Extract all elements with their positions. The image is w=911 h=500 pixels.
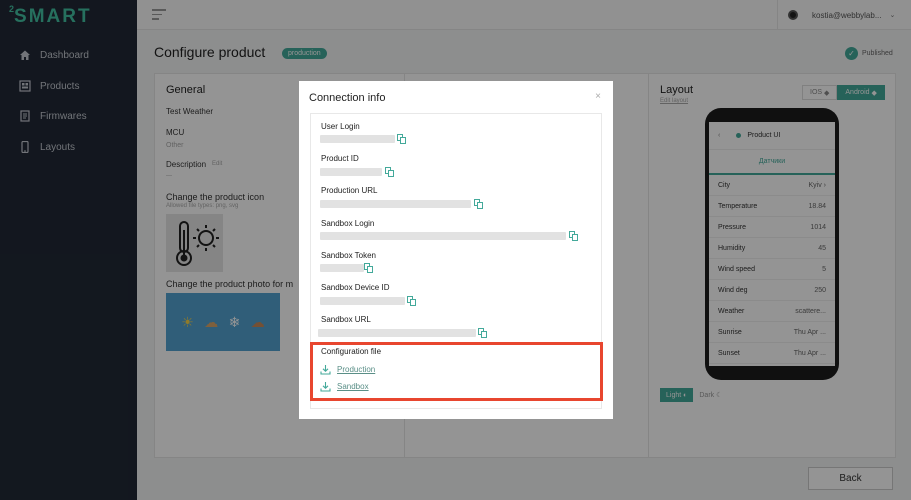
field-label-production-url: Production URL: [321, 186, 378, 195]
field-value-sandbox-url: [318, 329, 476, 337]
copy-icon[interactable]: [397, 134, 406, 144]
copy-icon[interactable]: [474, 199, 483, 209]
download-icon: [320, 364, 331, 375]
configuration-file-title: Configuration file: [321, 347, 382, 356]
modal-title: Connection info: [309, 92, 386, 104]
field-label-product-id: Product ID: [321, 154, 359, 163]
field-label-sandbox-login: Sandbox Login: [321, 219, 375, 228]
field-value-product-id: [320, 168, 382, 176]
field-label-sandbox-token: Sandbox Token: [321, 251, 377, 260]
copy-icon[interactable]: [385, 167, 394, 177]
close-icon[interactable]: ×: [595, 91, 601, 102]
copy-icon[interactable]: [364, 263, 373, 273]
download-icon: [320, 381, 331, 392]
download-sandbox-link[interactable]: Sandbox: [320, 381, 369, 392]
field-value-sandbox-token: [320, 264, 364, 272]
field-label-sandbox-url: Sandbox URL: [321, 315, 371, 324]
field-value-sandbox-device-id: [320, 297, 405, 305]
download-production-link[interactable]: Production: [320, 364, 375, 375]
field-label-user-login: User Login: [321, 122, 360, 131]
copy-icon[interactable]: [478, 328, 487, 338]
field-label-sandbox-device-id: Sandbox Device ID: [321, 283, 390, 292]
field-value-sandbox-login: [320, 232, 566, 240]
copy-icon[interactable]: [407, 296, 416, 306]
field-value-user-login: [320, 135, 395, 143]
field-value-production-url: [320, 200, 471, 208]
copy-icon[interactable]: [569, 231, 578, 241]
